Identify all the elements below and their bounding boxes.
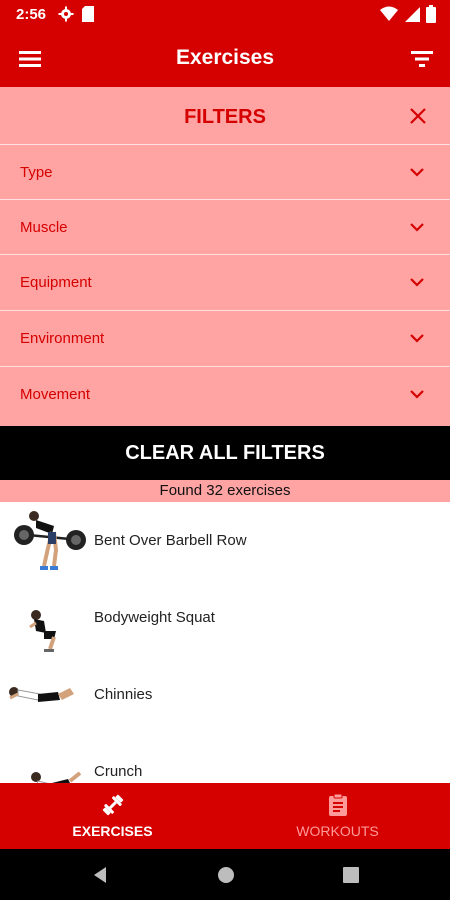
filter-row-muscle[interactable]: Muscle [0,199,450,254]
list-item[interactable]: Chinnies [0,656,450,733]
recents-icon[interactable] [341,865,361,885]
exercise-name: Chinnies [94,686,153,703]
list-item[interactable]: Bodyweight Squat [0,579,450,656]
bottom-nav: EXERCISES WORKOUTS [0,783,450,849]
sd-card-icon [82,6,94,22]
status-right-icons [380,5,436,23]
chevron-down-icon [410,278,424,287]
filter-list-icon [411,51,433,67]
nav-tab-exercises[interactable]: EXERCISES [0,783,225,849]
nav-tab-label: EXERCISES [72,823,153,839]
filters-title: FILTERS [184,106,266,128]
nav-tab-workouts[interactable]: WORKOUTS [225,783,450,849]
home-icon[interactable] [216,865,236,885]
filter-row-label: Type [20,164,53,181]
dumbbell-icon [102,794,123,816]
filter-row-label: Environment [20,330,105,347]
exercise-thumbnail [14,511,86,570]
status-bar: 2:56 [0,0,450,30]
chevron-down-icon [410,334,424,343]
filter-row-type[interactable]: Type [0,144,450,199]
filter-row-movement[interactable]: Movement [0,366,450,421]
battery-icon [426,5,436,23]
filter-row-label: Muscle [20,219,68,236]
status-left-icons [58,6,94,22]
settings-icon [58,6,74,22]
filter-row-environment[interactable]: Environment [0,310,450,365]
exercise-name: Crunch [94,763,143,780]
page-title: Exercises [175,46,275,69]
exercise-list[interactable]: Bent Over Barbell Row Bodyweight Squat C… [0,502,450,783]
signal-icon [405,7,420,22]
filter-row-label: Equipment [20,274,92,291]
wifi-icon [380,6,398,21]
filters-close-button[interactable] [406,104,430,128]
exercise-thumbnail [31,771,82,783]
filter-row-label: Movement [20,386,91,403]
system-nav-bar [0,849,450,900]
back-icon[interactable] [90,865,110,885]
chevron-down-icon [410,168,424,177]
exercise-thumbnail [9,687,74,702]
filters-panel: FILTERS Type Muscle Equipment Environmen… [0,87,450,426]
filter-row-equipment[interactable]: Equipment [0,254,450,309]
status-time: 2:56 [16,6,47,23]
exercise-thumbnail [29,610,56,652]
list-item[interactable]: Bent Over Barbell Row [0,502,450,579]
close-icon [410,108,426,124]
nav-tab-label: WORKOUTS [296,823,379,839]
chevron-down-icon [410,223,424,232]
filter-button[interactable] [406,44,438,74]
exercise-name: Bodyweight Squat [94,609,215,626]
results-count: Found 32 exercises [0,480,450,502]
chevron-down-icon [410,390,424,399]
clipboard-icon [328,793,347,816]
list-item[interactable]: Crunch [0,733,450,783]
app-bar: Exercises [0,30,450,87]
exercise-name: Bent Over Barbell Row [94,532,247,549]
clear-all-filters-button[interactable]: CLEAR ALL FILTERS [0,426,450,480]
